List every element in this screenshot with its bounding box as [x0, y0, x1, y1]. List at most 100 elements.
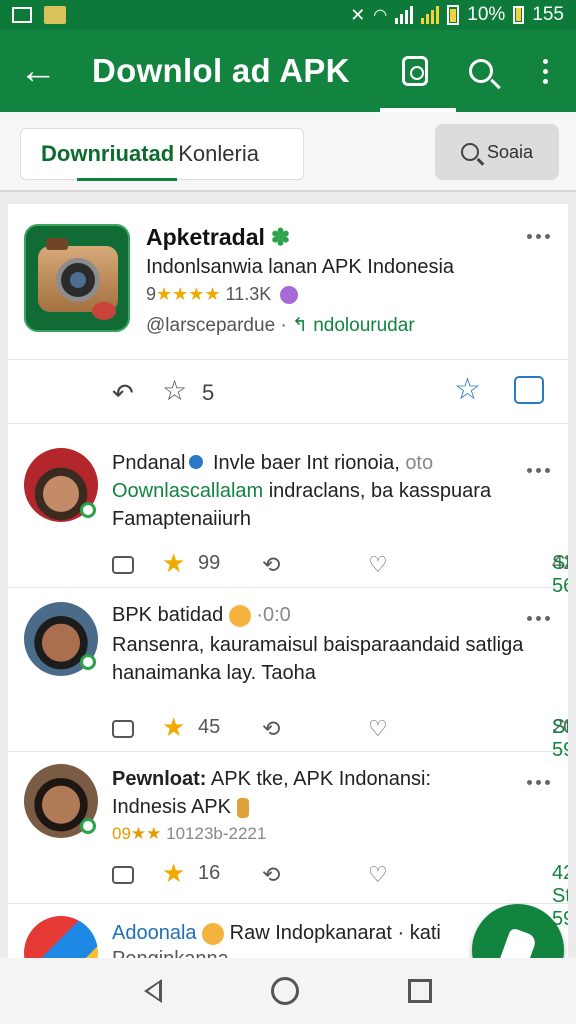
- download-link[interactable]: ↰ ndolourudar: [292, 315, 415, 336]
- separator: ·: [280, 315, 287, 336]
- comment-icon[interactable]: [112, 556, 134, 574]
- battery-icon: [513, 6, 525, 24]
- share-icon[interactable]: [514, 376, 544, 404]
- app-name: Apketradal ✽: [146, 224, 290, 251]
- star-outline-icon[interactable]: ☆: [162, 374, 187, 407]
- app-action-row: ↶ ☆ 5 ☆: [8, 360, 568, 424]
- post-header: BPK batidad ·0:0: [112, 604, 291, 627]
- heart-icon[interactable]: ♡: [368, 862, 388, 888]
- list-item[interactable]: Pewnloat: APK tke, APK Indonansi: Indnes…: [8, 752, 568, 930]
- post-rating-line: 09★★ 10123b-2221: [112, 824, 266, 844]
- post-body-text: Indnesis APK: [112, 796, 231, 818]
- post-link[interactable]: Oownlascallalam: [112, 480, 263, 502]
- rating-detail: 10123b-2221: [166, 824, 267, 843]
- comment-icon[interactable]: [112, 866, 134, 884]
- heart-icon[interactable]: ♡: [368, 552, 388, 578]
- app-rating: 9★★★★ 11.3K: [146, 284, 299, 305]
- avatar[interactable]: [24, 916, 98, 958]
- repost-icon[interactable]: ⟲: [262, 552, 280, 578]
- page-title: Downlol ad APK: [92, 52, 350, 89]
- star-rating-icon: ★★★★: [156, 284, 221, 304]
- emoji-icon: [236, 797, 249, 818]
- star-icon[interactable]: ★: [162, 712, 185, 743]
- emoji-icon: [228, 604, 251, 627]
- list-item[interactable]: Pndanal Invle baer Int rionoia, oto Oown…: [8, 424, 568, 597]
- post-body-line: Ransenra, kauramaisul baisparaandaid sat…: [112, 634, 524, 656]
- search-icon: [460, 143, 479, 161]
- app-meta: @larscepardue · ↰ ndolourudar: [146, 314, 415, 337]
- post-actions: ★ 99 ⟲ ♡ 4242. St 56: [112, 548, 568, 597]
- post-header: Adoonala Raw Indopkanarat · kati: [112, 922, 441, 945]
- search-pill-button[interactable]: Soaia: [435, 124, 559, 180]
- nav-home-icon[interactable]: [270, 977, 299, 1005]
- post-body-line: hanaimanka lay. Taoha: [112, 662, 316, 684]
- post-author[interactable]: Pewnloat:: [112, 768, 206, 790]
- post-header: Pndanal Invle baer Int rionoia, oto: [112, 452, 433, 475]
- nav-back-icon[interactable]: [144, 979, 163, 1003]
- repost-icon[interactable]: ⟲: [262, 716, 280, 742]
- online-badge-icon: [80, 502, 96, 518]
- clover-icon: ✽: [270, 224, 291, 250]
- star-icon[interactable]: ★: [162, 858, 185, 889]
- verified-badge-icon: [280, 286, 299, 305]
- developer-handle[interactable]: @larscepardue: [146, 315, 275, 336]
- tab-label-primary: Downriuatad: [41, 141, 175, 166]
- comment-icon[interactable]: [112, 720, 134, 738]
- like-count: 99: [198, 552, 221, 574]
- more-options-icon[interactable]: [527, 234, 550, 239]
- heart-icon[interactable]: ♡: [368, 716, 388, 742]
- signal-icon: [395, 6, 414, 24]
- clock: 155: [532, 4, 564, 25]
- image-notification-icon: [44, 6, 66, 24]
- list-item[interactable]: BPK batidad ·0:0 Ransenra, kauramaisul b…: [8, 588, 568, 761]
- feed: Apketradal ✽ Indonlsanwia lanan APK Indon…: [8, 204, 568, 958]
- battery-icon: [447, 5, 460, 25]
- post-time: ·0:0: [256, 604, 291, 626]
- online-badge-icon: [80, 818, 96, 834]
- star-icon[interactable]: ★: [162, 548, 185, 579]
- rating-count: 11.3K: [225, 284, 272, 304]
- app-icon: [24, 224, 130, 332]
- search-pill-label: Soaia: [486, 141, 534, 162]
- rating-prefix: 9: [146, 284, 157, 304]
- more-options-icon[interactable]: [527, 616, 550, 621]
- like-count: 45: [198, 716, 221, 738]
- more-options-icon[interactable]: [527, 780, 550, 785]
- status-bar: ✕ ◠ 10% 155: [0, 0, 576, 30]
- post-title-text: Raw Indopkanarat · kati: [229, 922, 441, 944]
- post-author[interactable]: Adoonala: [112, 922, 197, 944]
- post-actions: ★ 16 ⟲ ♡ 4243 St 59: [112, 858, 568, 930]
- more-vert-icon: [542, 58, 548, 84]
- post-body-line: Penginkanna: [112, 948, 229, 958]
- post-body-line: Famaptenaiiurh: [112, 508, 251, 530]
- post-author[interactable]: BPK batidad: [112, 604, 223, 626]
- app-description: Indonlsanwia lanan APK Indonesia: [146, 256, 455, 278]
- favorite-star-icon[interactable]: ☆: [454, 372, 481, 407]
- post-actions: ★ 45 ⟲ ♡ 2022. St 59: [112, 712, 568, 761]
- tablet-tab-button[interactable]: [380, 30, 456, 112]
- arrow-left-icon: ←: [19, 49, 57, 92]
- system-nav-bar: [0, 958, 576, 1024]
- search-button[interactable]: [448, 30, 514, 112]
- verified-icon: [189, 455, 204, 469]
- overflow-menu-button[interactable]: [514, 30, 576, 112]
- star-count: 5: [202, 380, 215, 405]
- signal-icon: [421, 6, 440, 24]
- post-title-text: APK tke, APK Indonansi:: [210, 768, 432, 790]
- post-header: Pewnloat: APK tke, APK Indonansi:: [112, 768, 431, 791]
- back-button[interactable]: ←: [0, 30, 76, 112]
- more-options-icon[interactable]: [527, 468, 550, 473]
- post-author[interactable]: Pndanal: [112, 452, 185, 474]
- app-card[interactable]: Apketradal ✽ Indonlsanwia lanan APK Indon…: [8, 204, 568, 360]
- app-name-text: Apketradal: [146, 224, 265, 250]
- nav-recents-icon[interactable]: [407, 979, 432, 1003]
- mute-icon: ✕: [350, 4, 366, 25]
- post-time: oto: [405, 452, 434, 474]
- repost-icon[interactable]: ⟲: [262, 862, 280, 888]
- tab-label-secondary: Konleria: [178, 141, 259, 166]
- post-body-line: Oownlascallalam indraclans, ba kasspuara: [112, 480, 491, 503]
- tab-download-gallery[interactable]: Downriuatad Konleria: [20, 128, 304, 181]
- battery-percent: 10%: [467, 4, 506, 25]
- wifi-icon: ◠: [373, 7, 388, 24]
- reply-icon[interactable]: ↶: [112, 378, 134, 409]
